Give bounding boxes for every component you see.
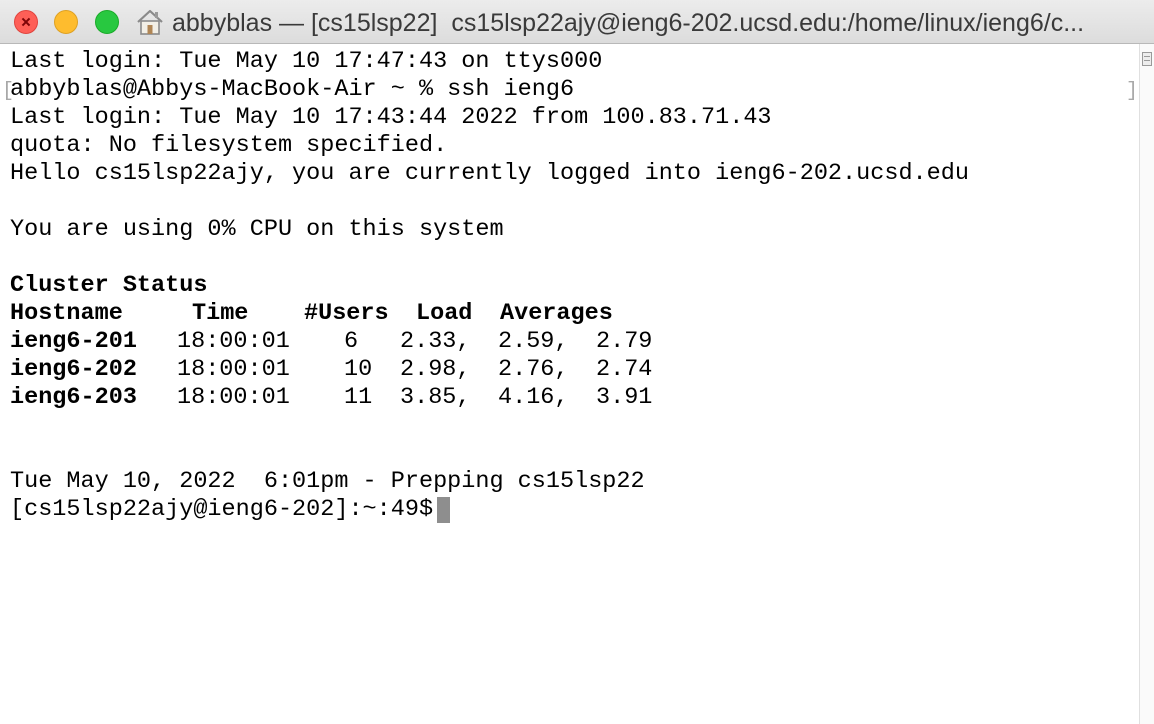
row-users: 10 (344, 356, 373, 383)
prompt-line[interactable]: [cs15lsp22ajy@ieng6-202]:~:49$ (10, 496, 1130, 524)
row-time: 18:00:01 (177, 356, 290, 383)
shell-prompt: [cs15lsp22ajy@ieng6-202]:~:49$ (10, 496, 434, 523)
row-load-15: 3.91 (596, 384, 653, 411)
row-users: 6 (344, 328, 359, 355)
row-load-1: 2.33, (400, 328, 471, 355)
cluster-status-row: ieng6-203 18:00:01 11 3.85, 4.16, 3.91 (10, 384, 1130, 412)
row-time: 18:00:01 (177, 384, 290, 411)
header-averages: Averages (500, 300, 613, 327)
date-prep-line: Tue May 10, 2022 6:01pm - Prepping cs15l… (10, 468, 645, 495)
vertical-scrollbar[interactable] (1139, 44, 1154, 724)
terminal-window: abbyblas — [cs15lsp22] cs15lsp22ajy@ieng… (0, 0, 1154, 724)
close-button[interactable] (14, 10, 38, 34)
row-load-15: 2.74 (596, 356, 653, 383)
row-hostname: ieng6-202 (10, 356, 137, 383)
cluster-status-header-row: Hostname Time #Users Load Averages (10, 300, 1130, 328)
header-time: Time (192, 300, 249, 327)
text-cursor (437, 497, 451, 523)
ssh-command-line: abbyblas@Abbys-MacBook-Air ~ % ssh ieng6 (10, 76, 575, 103)
row-load-5: 2.59, (498, 328, 569, 355)
zoom-button[interactable] (95, 10, 119, 34)
cpu-usage-line: You are using 0% CPU on this system (10, 216, 504, 243)
row-load-5: 4.16, (498, 384, 569, 411)
bookmark-icon[interactable] (1142, 52, 1152, 66)
header-users: #Users (304, 300, 389, 327)
row-time: 18:00:01 (177, 328, 290, 355)
header-hostname: Hostname (10, 300, 123, 327)
window-title: abbyblas — [cs15lsp22] cs15lsp22ajy@ieng… (172, 9, 1085, 37)
cluster-status-row: ieng6-201 18:00:01 6 2.33, 2.59, 2.79 (10, 328, 1130, 356)
terminal-output[interactable]: Last login: Tue May 10 17:47:43 on ttys0… (10, 48, 1130, 718)
minimize-button[interactable] (54, 10, 78, 34)
home-icon (137, 9, 163, 35)
row-hostname: ieng6-201 (10, 328, 137, 355)
row-load-1: 3.85, (400, 384, 471, 411)
cluster-status-row: ieng6-202 18:00:01 10 2.98, 2.76, 2.74 (10, 356, 1130, 384)
row-load-5: 2.76, (498, 356, 569, 383)
row-users: 11 (344, 384, 373, 411)
hello-line: Hello cs15lsp22ajy, you are currently lo… (10, 160, 969, 187)
last-login-remote-line: Last login: Tue May 10 17:43:44 2022 fro… (10, 104, 772, 131)
title-bar[interactable]: abbyblas — [cs15lsp22] cs15lsp22ajy@ieng… (0, 0, 1154, 44)
header-load: Load (416, 300, 473, 327)
cluster-status-heading: Cluster Status (10, 272, 208, 299)
quota-line: quota: No filesystem specified. (10, 132, 448, 159)
row-hostname: ieng6-203 (10, 384, 137, 411)
row-load-1: 2.98, (400, 356, 471, 383)
row-load-15: 2.79 (596, 328, 653, 355)
last-login-local-line: Last login: Tue May 10 17:47:43 on ttys0… (10, 48, 603, 75)
